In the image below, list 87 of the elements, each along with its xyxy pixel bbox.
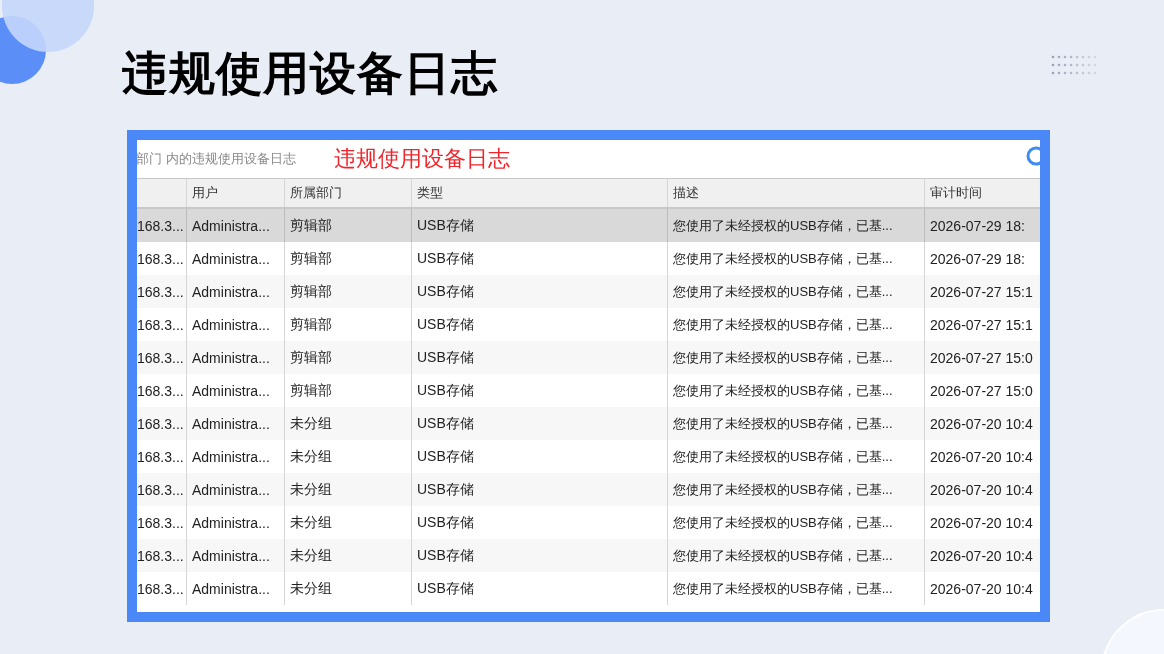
table-cell: 168.3... (137, 580, 184, 597)
table-cell: 2026-07-20 10:4 (930, 514, 1033, 531)
table-cell: 168.3... (137, 250, 184, 267)
annotation-label: 违规使用设备日志 (334, 145, 511, 173)
table-cell: 您使用了未经授权的USB存储，已基... (673, 282, 893, 301)
table-cell: USB存储 (417, 315, 474, 334)
table-cell: 剪辑部 (290, 216, 332, 235)
column-header[interactable]: 用户 (187, 179, 285, 207)
table-cell: Administra... (192, 283, 270, 300)
table-cell: 您使用了未经授权的USB存储，已基... (673, 579, 893, 598)
table-cell: 2026-07-20 10:4 (930, 415, 1033, 432)
table-cell: 168.3... (137, 283, 184, 300)
table-cell: 您使用了未经授权的USB存储，已基... (673, 546, 893, 565)
table-cell: USB存储 (417, 414, 474, 433)
table-cell: Administra... (192, 382, 270, 399)
table-cell: 剪辑部 (290, 315, 332, 334)
table-cell: USB存储 (417, 480, 474, 499)
table-cell: Administra... (192, 250, 270, 267)
table-cell: 您使用了未经授权的USB存储，已基... (673, 447, 893, 466)
column-header[interactable]: 所属部门 (285, 179, 412, 207)
table-cell: 您使用了未经授权的USB存储，已基... (673, 513, 893, 532)
table-cell: USB存储 (417, 546, 474, 565)
table-cell: 2026-07-27 15:1 (930, 283, 1033, 300)
table-cell: Administra... (192, 415, 270, 432)
table-cell: 2026-07-29 18: (930, 250, 1025, 267)
table-cell: USB存储 (417, 447, 474, 466)
table-cell: 2026-07-27 15:1 (930, 316, 1033, 333)
table-cell: 您使用了未经授权的USB存储，已基... (673, 348, 893, 367)
window-caption: 部门 内的违规使用设备日志 (137, 150, 297, 168)
table-cell: USB存储 (417, 282, 474, 301)
table-cell: 168.3... (137, 316, 184, 333)
table-cell: 剪辑部 (290, 282, 332, 301)
table-cell: 2026-07-29 18: (930, 217, 1025, 234)
column-header[interactable]: 审计时间 (925, 179, 1040, 207)
table-cell: 168.3... (137, 415, 184, 432)
table-cell: 2026-07-20 10:4 (930, 481, 1033, 498)
refresh-icon[interactable] (1026, 146, 1040, 166)
table-cell: USB存储 (417, 348, 474, 367)
table-cell: USB存储 (417, 513, 474, 532)
table-cell: 168.3... (137, 217, 184, 234)
table-row[interactable]: 168.3... Administra... 未分组 USB存储 您使用了未经授权的USB存储，已基... 2026-07-20 10:4 (137, 539, 1040, 572)
table-cell: 未分组 (290, 414, 332, 433)
table-cell: 剪辑部 (290, 348, 332, 367)
table-cell: 您使用了未经授权的USB存储，已基... (673, 414, 893, 433)
table-cell: 剪辑部 (290, 381, 332, 400)
table-row[interactable]: 168.3... Administra... 剪辑部 USB存储 您使用了未经授权的USB存储，已基... 2026-07-27 15:1 (137, 275, 1040, 308)
table-cell: Administra... (192, 481, 270, 498)
table-cell: USB存储 (417, 579, 474, 598)
table-row[interactable]: 168.3... Administra... 未分组 USB存储 您使用了未经授权的USB存储，已基... 2026-07-20 10:4 (137, 407, 1040, 440)
table-cell: 168.3... (137, 547, 184, 564)
table-cell: 您使用了未经授权的USB存储，已基... (673, 216, 893, 235)
table-cell: 2026-07-20 10:4 (930, 580, 1033, 597)
table-cell: Administra... (192, 217, 270, 234)
table-cell: 168.3... (137, 481, 184, 498)
table-row[interactable]: 168.3... Administra... 剪辑部 USB存储 您使用了未经授权的USB存储，已基... 2026-07-27 15:0 (137, 341, 1040, 374)
column-header[interactable]: 描述 (668, 179, 925, 207)
table-cell: 您使用了未经授权的USB存储，已基... (673, 249, 893, 268)
table-cell: 2026-07-20 10:4 (930, 448, 1033, 465)
table-cell: USB存储 (417, 381, 474, 400)
table-cell: Administra... (192, 547, 270, 564)
table-cell: 168.3... (137, 349, 184, 366)
column-header[interactable]: 类型 (412, 179, 668, 207)
table-cell: 未分组 (290, 447, 332, 466)
table-row[interactable]: 168.3... Administra... 剪辑部 USB存储 您使用了未经授权的USB存储，已基... 2026-07-29 18: (137, 209, 1040, 242)
table-cell: USB存储 (417, 216, 474, 235)
table-cell: 未分组 (290, 480, 332, 499)
table-cell: Administra... (192, 514, 270, 531)
table-cell: 2026-07-27 15:0 (930, 349, 1033, 366)
table-cell: 168.3... (137, 448, 184, 465)
table-cell: 168.3... (137, 514, 184, 531)
table-cell: 剪辑部 (290, 249, 332, 268)
table-cell: 2026-07-20 10:4 (930, 547, 1033, 564)
table-row[interactable]: 168.3... Administra... 未分组 USB存储 您使用了未经授权的USB存储，已基... 2026-07-20 10:4 (137, 473, 1040, 506)
table-cell: 未分组 (290, 513, 332, 532)
table-cell: Administra... (192, 349, 270, 366)
table-cell: 168.3... (137, 382, 184, 399)
table-cell: Administra... (192, 580, 270, 597)
table-cell: 您使用了未经授权的USB存储，已基... (673, 381, 893, 400)
table-cell: 2026-07-27 15:0 (930, 382, 1033, 399)
table-cell: 您使用了未经授权的USB存储，已基... (673, 315, 893, 334)
table-cell: 您使用了未经授权的USB存储，已基... (673, 480, 893, 499)
table-cell: USB存储 (417, 249, 474, 268)
table-cell: Administra... (192, 448, 270, 465)
slide-title: 违规使用设备日志 (122, 45, 498, 102)
table-cell: 未分组 (290, 546, 332, 565)
table-cell: Administra... (192, 316, 270, 333)
table-cell: 未分组 (290, 579, 332, 598)
